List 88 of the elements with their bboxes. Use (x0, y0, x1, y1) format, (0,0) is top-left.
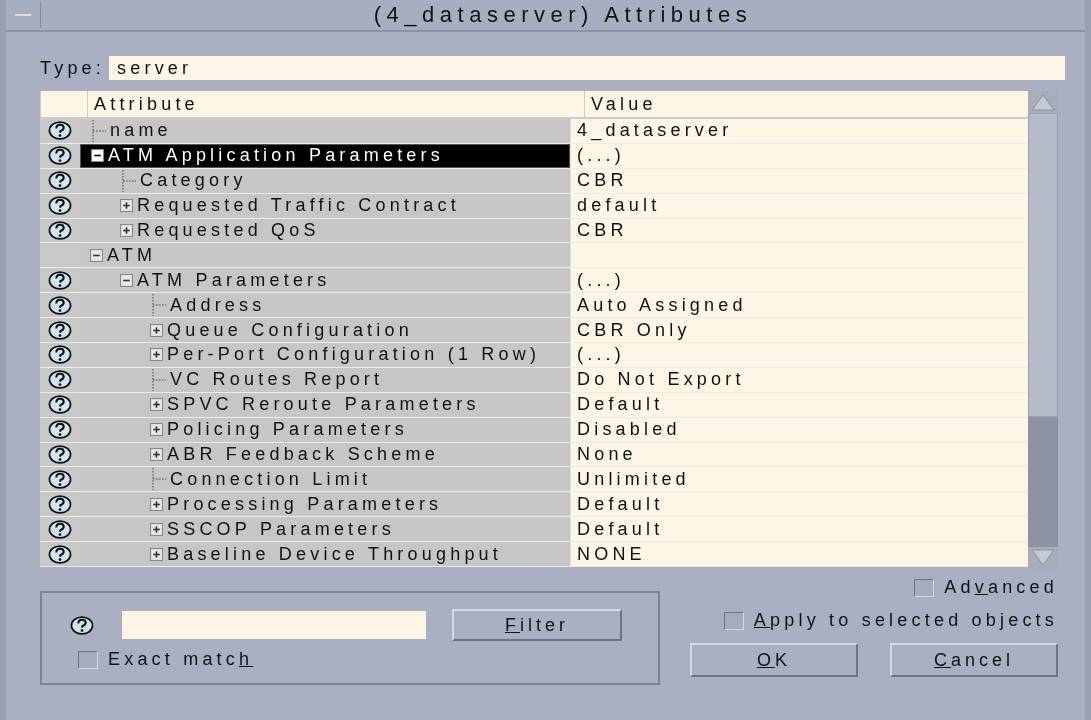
value-cell[interactable]: Default (570, 517, 1028, 542)
expand-icon[interactable] (120, 199, 133, 213)
collapse-icon[interactable] (90, 248, 103, 262)
expand-icon[interactable] (150, 423, 163, 437)
tree-item[interactable]: VC Routes Report (80, 367, 570, 392)
tree-item[interactable]: Queue Configuration (80, 318, 570, 342)
help-icon[interactable] (48, 320, 72, 340)
checkbox[interactable] (914, 578, 935, 597)
tree-item[interactable]: SSCOP Parameters (80, 517, 570, 542)
value-cell[interactable]: default (570, 193, 1028, 218)
value-cell[interactable]: None (570, 442, 1028, 467)
apply-to-selected-label[interactable]: A pply to selected objects (753, 610, 1058, 631)
vertical-scrollbar[interactable] (1028, 91, 1058, 569)
help-icon[interactable] (48, 445, 72, 464)
advanced-label[interactable]: Ad vanced (944, 577, 1058, 598)
tree-item[interactable]: Per-Port Configuration (1 Row) (80, 343, 570, 367)
tree-item[interactable]: ATM (80, 243, 570, 268)
tree-connector-icon (150, 368, 166, 391)
expand-icon[interactable] (150, 522, 163, 536)
expand-icon[interactable] (150, 398, 163, 412)
window-title: (4_dataserver) Attributes (372, 2, 754, 28)
help-icon[interactable] (48, 295, 72, 315)
value-cell[interactable]: Auto Assigned (570, 293, 1028, 318)
value-cell[interactable]: 4_dataserver (570, 119, 1028, 143)
help-icon[interactable] (70, 615, 94, 635)
value-cell[interactable]: NONE (570, 542, 1028, 567)
value-cell[interactable]: (...) (570, 343, 1028, 367)
tree-item[interactable]: Address (80, 293, 570, 318)
expand-icon[interactable] (120, 224, 133, 237)
value-cell[interactable]: CBR (570, 168, 1028, 193)
value-cell[interactable]: Disabled (570, 417, 1028, 442)
tree-connector-icon (150, 468, 166, 491)
value-cell[interactable]: CBR (570, 218, 1028, 243)
help-icon[interactable] (48, 494, 72, 514)
value-cell[interactable]: Unlimited (570, 467, 1028, 492)
value-cell[interactable]: (...) (570, 143, 1028, 168)
value-cell[interactable]: (...) (570, 268, 1028, 293)
tree-item[interactable]: Requested Traffic Contract (80, 193, 570, 218)
collapse-icon[interactable] (120, 273, 133, 287)
filter-field[interactable] (122, 611, 426, 639)
help-icon[interactable] (48, 146, 72, 166)
tree-item[interactable]: ABR Feedback Scheme (80, 442, 570, 467)
column-header[interactable]: Attribute (87, 91, 584, 117)
help-icon[interactable] (48, 395, 72, 415)
help-icon[interactable] (48, 420, 72, 440)
collapse-icon[interactable] (91, 149, 104, 163)
expand-icon[interactable] (150, 348, 163, 362)
help-icon[interactable] (48, 544, 72, 564)
type-label: Type: (40, 57, 106, 79)
filter-button[interactable]: F ilter (452, 609, 622, 641)
tree-item[interactable]: SPVC Reroute Parameters (80, 392, 570, 417)
expand-icon[interactable] (150, 547, 163, 561)
value-cell[interactable] (570, 243, 1028, 268)
help-icon[interactable] (48, 519, 72, 539)
help-icon[interactable] (48, 196, 72, 216)
type-field: server (109, 56, 1065, 80)
value-cell[interactable]: Do Not Export (570, 367, 1028, 392)
expand-icon[interactable] (150, 497, 163, 511)
help-icon[interactable] (48, 171, 72, 191)
tree-item[interactable]: name (80, 119, 570, 143)
tree-item[interactable]: Connection Limit (80, 467, 570, 492)
tree-item[interactable]: ATM Parameters (80, 268, 570, 293)
expand-icon[interactable] (150, 323, 163, 337)
tree-connector-icon (90, 119, 106, 142)
exact-match-label[interactable]: Exact matc h (108, 649, 254, 670)
value-cell[interactable]: Default (570, 392, 1028, 417)
value-cell[interactable]: CBR Only (570, 318, 1028, 342)
tree-item[interactable]: Baseline Device Throughput (80, 542, 570, 567)
value-cell[interactable]: Default (570, 492, 1028, 517)
help-icon[interactable] (48, 121, 72, 141)
ok-button[interactable]: O K (690, 643, 858, 677)
help-icon[interactable] (48, 345, 72, 365)
help-icon[interactable] (48, 370, 72, 390)
tree-item[interactable]: Category (80, 168, 570, 193)
tree-connector-icon (150, 294, 166, 317)
tree-connector-icon (120, 169, 136, 192)
tree-item[interactable]: Requested QoS (80, 218, 570, 243)
tree-item[interactable]: Processing Parameters (80, 492, 570, 517)
help-icon[interactable] (48, 469, 72, 489)
cancel-button[interactable]: Cancel (890, 643, 1058, 677)
scroll-thumb[interactable] (1028, 113, 1058, 417)
help-icon[interactable] (48, 270, 72, 290)
checkbox[interactable] (723, 611, 744, 630)
help-icon[interactable] (48, 221, 72, 240)
expand-icon[interactable] (150, 448, 163, 461)
tree-item[interactable]: Policing Parameters (80, 417, 570, 442)
checkbox[interactable] (78, 650, 98, 669)
tree-item[interactable]: ATM Application Parameters (80, 143, 570, 168)
